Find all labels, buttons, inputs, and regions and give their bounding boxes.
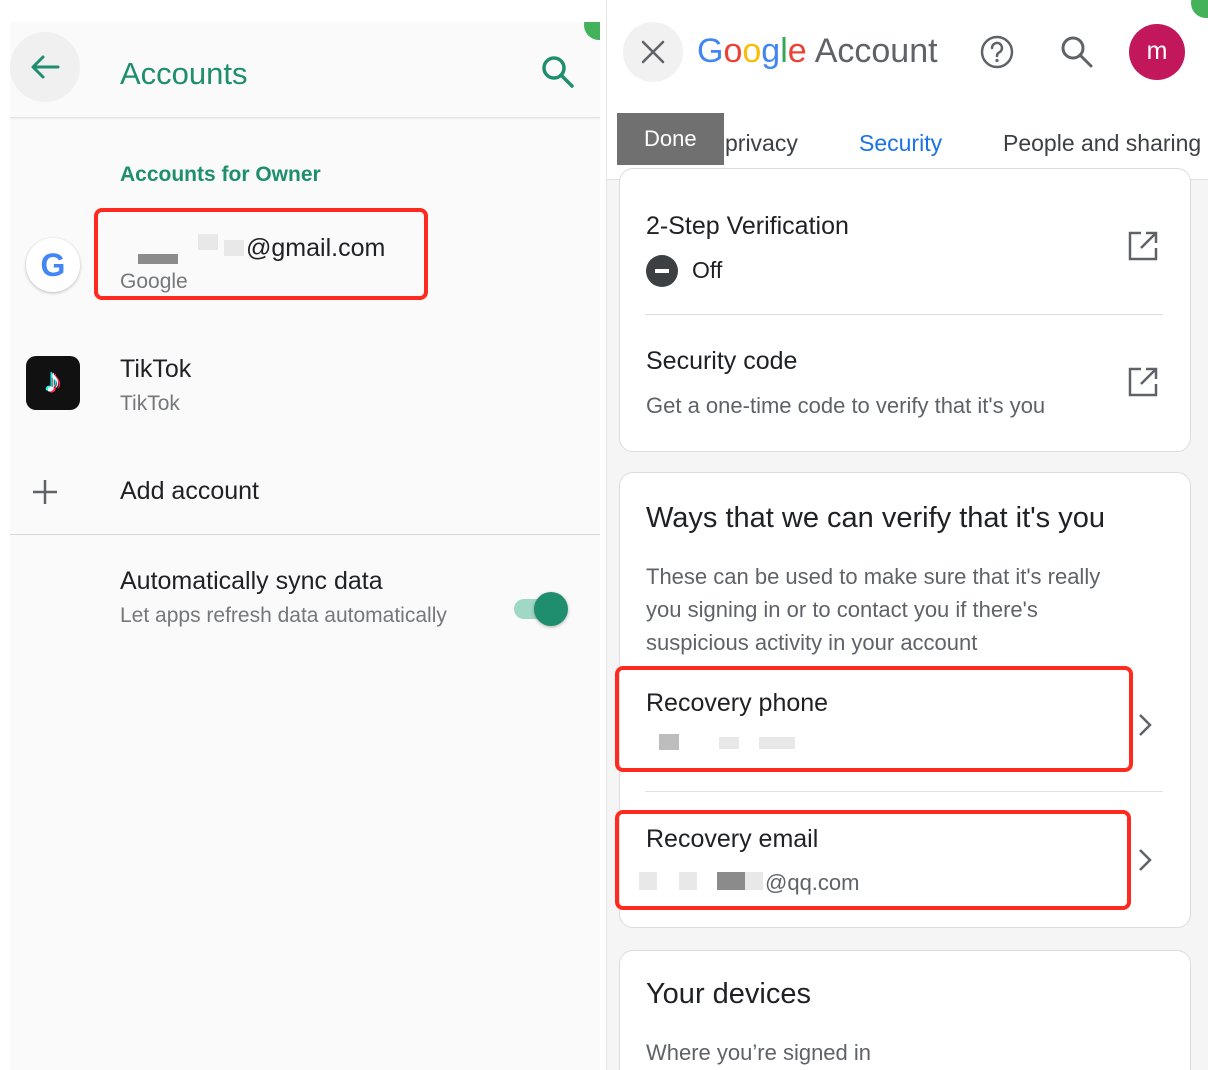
search-icon[interactable] xyxy=(1059,34,1095,70)
tab-people-and-sharing[interactable]: People and sharing xyxy=(1003,130,1201,157)
toggle-thumb xyxy=(534,592,568,626)
off-status-icon xyxy=(646,255,678,287)
search-icon[interactable] xyxy=(540,54,576,90)
chevron-right-icon[interactable] xyxy=(1135,711,1155,739)
verify-section-title: Ways that we can verify that it's you xyxy=(646,502,1105,534)
android-accounts-screen: Accounts Accounts for Owner G @gmail.com… xyxy=(10,22,600,1070)
done-toast[interactable]: Done xyxy=(617,113,724,165)
verify-section-description: These can be used to make sure that it's… xyxy=(646,564,1101,655)
open-external-icon[interactable] xyxy=(1127,366,1159,398)
google-g-icon: G xyxy=(26,238,80,292)
add-account-button[interactable]: Add account xyxy=(120,477,259,506)
highlight-box xyxy=(615,666,1133,772)
two-step-title[interactable]: 2-Step Verification xyxy=(646,212,849,241)
account-name: TikTok xyxy=(120,355,192,383)
plus-icon[interactable] xyxy=(30,477,60,507)
page-title: Accounts xyxy=(120,56,248,91)
account-type: TikTok xyxy=(120,392,180,415)
tab-data-and-privacy[interactable]: privacy xyxy=(725,130,798,157)
close-button[interactable] xyxy=(623,22,683,82)
devices-title: Your devices xyxy=(646,978,811,1010)
tiktok-icon: ♪ xyxy=(26,356,80,410)
security-code-title[interactable]: Security code xyxy=(646,347,797,376)
help-icon[interactable] xyxy=(979,34,1015,70)
tab-security[interactable]: Security xyxy=(859,130,942,157)
google-header: Google Account m privacy Security People … xyxy=(607,0,1208,180)
google-account-security-screen: Google Account m privacy Security People … xyxy=(606,0,1208,1070)
sync-toggle[interactable] xyxy=(514,592,568,626)
divider xyxy=(10,534,600,535)
chevron-right-icon[interactable] xyxy=(1135,846,1155,874)
sync-subtitle: Let apps refresh data automatically xyxy=(120,604,447,627)
close-icon xyxy=(641,40,665,64)
open-external-icon[interactable] xyxy=(1127,230,1159,262)
divider xyxy=(645,791,1163,792)
highlight-box xyxy=(94,208,428,300)
avatar[interactable]: m xyxy=(1129,24,1185,80)
section-label: Accounts for Owner xyxy=(120,163,321,186)
app-bar: Accounts xyxy=(10,22,600,118)
devices-subtitle: Where you’re signed in xyxy=(646,1040,872,1065)
two-step-status: Off xyxy=(692,257,723,283)
arrow-back-icon xyxy=(31,55,60,79)
google-account-logo: Google Account xyxy=(697,32,938,70)
divider xyxy=(645,314,1163,315)
highlight-box xyxy=(615,810,1131,910)
account-row-tiktok[interactable]: ♪ TikTok TikTok xyxy=(10,340,600,436)
sync-title: Automatically sync data xyxy=(120,567,383,595)
security-code-subtitle: Get a one-time code to verify that it's … xyxy=(646,393,1046,418)
back-button[interactable] xyxy=(10,32,80,102)
